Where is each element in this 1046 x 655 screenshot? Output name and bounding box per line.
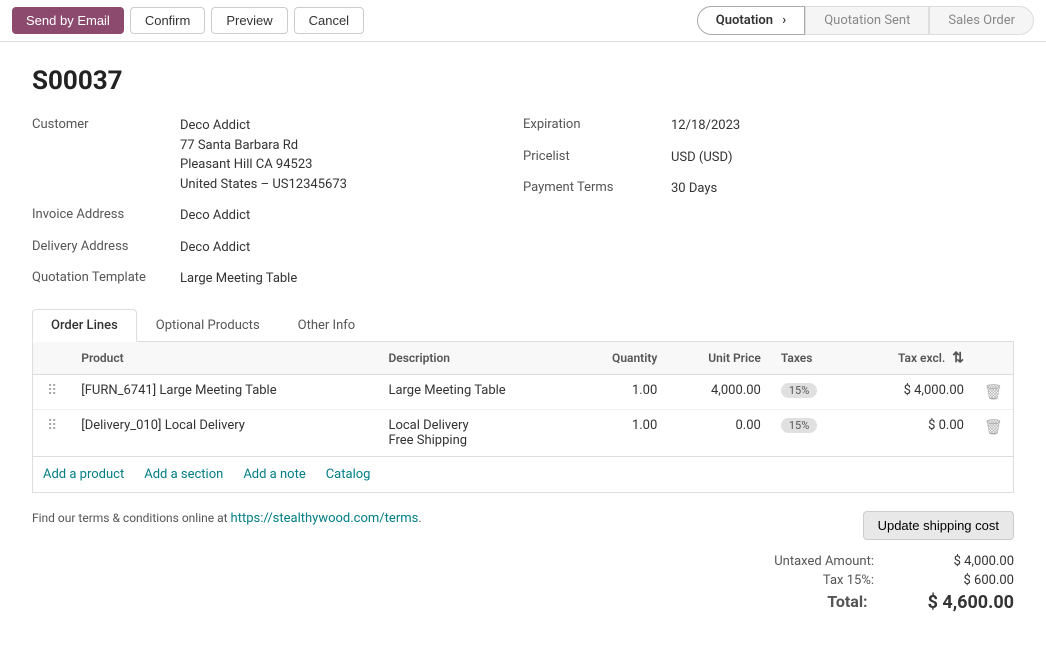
grand-total-row: Total: $ 4,600.00 <box>774 592 1014 613</box>
quotation-template-label: Quotation Template <box>32 269 172 285</box>
add-product-link[interactable]: Add a product <box>43 467 124 482</box>
untaxed-amount-label: Untaxed Amount: <box>774 554 874 569</box>
form-right: Expiration 12/18/2023 Pricelist USD (USD… <box>523 116 1014 289</box>
pricelist-label: Pricelist <box>523 148 663 164</box>
status-sales-order[interactable]: Sales Order <box>929 6 1034 35</box>
unit-price-col-header: Unit Price <box>667 342 771 375</box>
table-row: ⠿ [Delivery_010] Local Delivery Local De… <box>33 409 1013 456</box>
delete-btn-2[interactable]: 🗑 <box>974 409 1013 456</box>
order-lines-table-wrap: Product Description Quantity Unit Price … <box>32 342 1014 457</box>
action-links: Add a product Add a section Add a note C… <box>32 457 1014 493</box>
taxes-col-header: Taxes <box>771 342 851 375</box>
description-col-header: Description <box>378 342 574 375</box>
payment-terms-value: 30 Days <box>671 179 717 199</box>
tax-excl-col-header: Tax excl. ⇅ <box>851 342 974 375</box>
product-cell-2: [Delivery_010] Local Delivery <box>71 409 378 456</box>
tax-row: Tax 15%: $ 600.00 <box>774 573 1014 588</box>
tax-value: $ 600.00 <box>934 573 1014 588</box>
terms-link[interactable]: https://stealthywood.com/terms <box>231 511 419 526</box>
description-cell-1: Large Meeting Table <box>378 374 574 409</box>
delivery-address-label: Delivery Address <box>32 238 172 254</box>
expiration-value: 12/18/2023 <box>671 116 740 136</box>
cancel-button[interactable]: Cancel <box>294 7 364 34</box>
terms-text: Find our terms & conditions online at ht… <box>32 511 422 526</box>
form-left: Customer Deco Addict 77 Santa Barbara Rd… <box>32 116 523 289</box>
customer-label: Customer <box>32 116 172 132</box>
column-settings-icon[interactable]: ⇅ <box>952 350 964 366</box>
invoice-address-row: Invoice Address Deco Addict <box>32 206 523 226</box>
status-bar: Quotation › Quotation Sent Sales Order <box>697 6 1034 35</box>
main-content: S00037 Customer Deco Addict 77 Santa Bar… <box>0 42 1046 655</box>
arrow-icon: › <box>782 13 786 28</box>
totals: Untaxed Amount: $ 4,000.00 Tax 15%: $ 60… <box>774 554 1014 613</box>
quantity-cell-2: 1.00 <box>574 409 667 456</box>
unit-price-cell-2: 0.00 <box>667 409 771 456</box>
document-title: S00037 <box>32 66 1014 96</box>
payment-terms-label: Payment Terms <box>523 179 663 195</box>
delete-btn-1[interactable]: 🗑 <box>974 374 1013 409</box>
product-cell-1: [FURN_6741] Large Meeting Table <box>71 374 378 409</box>
quantity-col-header: Quantity <box>574 342 667 375</box>
payment-terms-row: Payment Terms 30 Days <box>523 179 1014 199</box>
invoice-address-value: Deco Addict <box>180 206 250 226</box>
taxes-cell-1: 15% <box>771 374 851 409</box>
invoice-address-label: Invoice Address <box>32 206 172 222</box>
table-row: ⠿ [FURN_6741] Large Meeting Table Large … <box>33 374 1013 409</box>
tax-excl-cell-1: $ 4,000.00 <box>851 374 974 409</box>
quotation-template-row: Quotation Template Large Meeting Table <box>32 269 523 289</box>
taxes-cell-2: 15% <box>771 409 851 456</box>
form-grid: Customer Deco Addict 77 Santa Barbara Rd… <box>32 116 1014 289</box>
unit-price-cell-1: 4,000.00 <box>667 374 771 409</box>
add-section-link[interactable]: Add a section <box>144 467 223 482</box>
drag-col-header <box>33 342 71 375</box>
tabs-bar: Order Lines Optional Products Other Info <box>32 309 1014 342</box>
quotation-template-value: Large Meeting Table <box>180 269 297 289</box>
delivery-address-row: Delivery Address Deco Addict <box>32 238 523 258</box>
table-header-row: Product Description Quantity Unit Price … <box>33 342 1013 375</box>
status-quotation-sent[interactable]: Quotation Sent <box>805 6 929 35</box>
customer-value: Deco Addict 77 Santa Barbara Rd Pleasant… <box>180 116 347 194</box>
order-lines-table: Product Description Quantity Unit Price … <box>33 342 1013 456</box>
footer-right: Update shipping cost Untaxed Amount: $ 4… <box>774 511 1014 613</box>
toolbar: Send by Email Confirm Preview Cancel Quo… <box>0 0 1046 42</box>
add-note-link[interactable]: Add a note <box>243 467 305 482</box>
description-cell-2: Local Delivery Free Shipping <box>378 409 574 456</box>
pricelist-row: Pricelist USD (USD) <box>523 148 1014 168</box>
product-col-header: Product <box>71 342 378 375</box>
preview-button[interactable]: Preview <box>211 7 287 34</box>
update-shipping-button[interactable]: Update shipping cost <box>863 511 1014 540</box>
status-quotation[interactable]: Quotation › <box>697 6 805 35</box>
tab-order-lines[interactable]: Order Lines <box>32 309 137 342</box>
pricelist-value: USD (USD) <box>671 148 733 168</box>
send-by-email-button[interactable]: Send by Email <box>12 7 124 34</box>
expiration-label: Expiration <box>523 116 663 132</box>
untaxed-amount-row: Untaxed Amount: $ 4,000.00 <box>774 554 1014 569</box>
expiration-row: Expiration 12/18/2023 <box>523 116 1014 136</box>
confirm-button[interactable]: Confirm <box>130 7 206 34</box>
tax-excl-cell-2: $ 0.00 <box>851 409 974 456</box>
quantity-cell-1: 1.00 <box>574 374 667 409</box>
delivery-address-value: Deco Addict <box>180 238 250 258</box>
delete-col-header <box>974 342 1013 375</box>
untaxed-amount-value: $ 4,000.00 <box>934 554 1014 569</box>
footer-area: Find our terms & conditions online at ht… <box>32 493 1014 623</box>
customer-row: Customer Deco Addict 77 Santa Barbara Rd… <box>32 116 523 194</box>
total-value: $ 4,600.00 <box>928 592 1014 613</box>
tab-other-info[interactable]: Other Info <box>279 309 375 341</box>
catalog-link[interactable]: Catalog <box>326 467 371 482</box>
drag-handle-2[interactable]: ⠿ <box>33 409 71 456</box>
tax-label: Tax 15%: <box>823 573 874 588</box>
drag-handle-1[interactable]: ⠿ <box>33 374 71 409</box>
total-label: Total: <box>827 592 867 613</box>
tab-optional-products[interactable]: Optional Products <box>137 309 279 341</box>
